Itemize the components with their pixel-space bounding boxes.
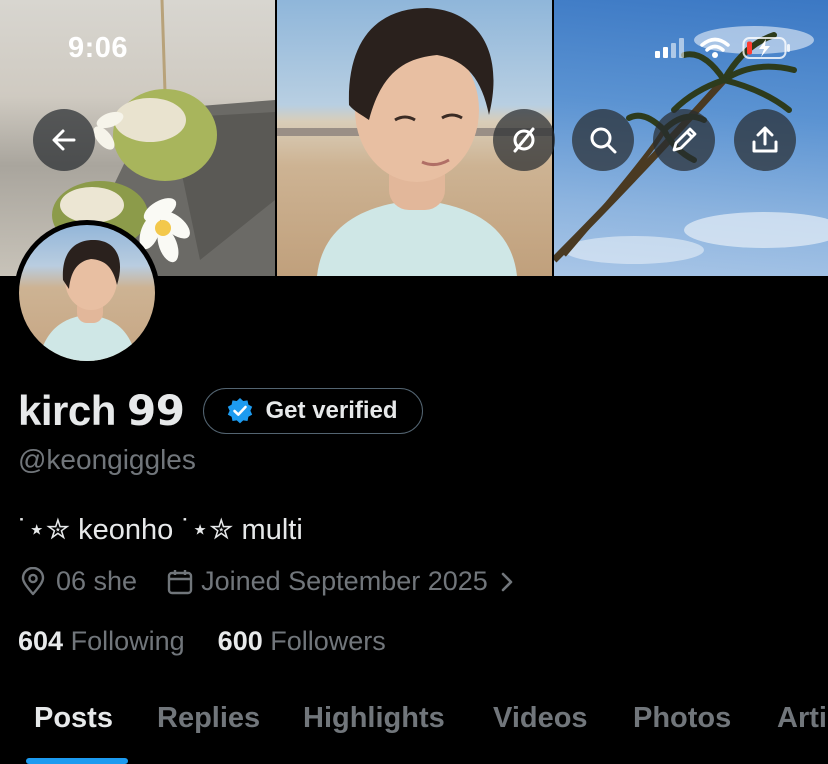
- share-icon: [752, 126, 778, 153]
- battery-low-charging-icon: [742, 37, 790, 59]
- tab-highlights[interactable]: Highlights: [303, 702, 445, 735]
- status-time: 9:06: [68, 32, 129, 64]
- back-button[interactable]: [33, 109, 95, 171]
- followers-link[interactable]: 600 Followers: [218, 626, 386, 656]
- handle: @keongiggles: [18, 444, 196, 475]
- following-label: Following: [70, 626, 185, 656]
- followers-count: 600: [217, 626, 263, 656]
- tab-posts[interactable]: Posts: [34, 702, 113, 735]
- calendar-icon: [167, 569, 193, 594]
- get-verified-button[interactable]: Get verified: [202, 387, 423, 434]
- following-link[interactable]: 604 Following: [18, 626, 185, 656]
- follow-stats: 604 Following 600 Followers: [18, 626, 386, 657]
- avatar[interactable]: [14, 220, 160, 366]
- chevron-right-icon[interactable]: [496, 571, 518, 593]
- tab-articles[interactable]: Arti: [777, 702, 827, 735]
- bio: ˙⋆✮ keonho ˙⋆✮ multi: [18, 514, 303, 546]
- share-button[interactable]: [734, 109, 796, 171]
- location-text: 06 she: [56, 566, 138, 596]
- verified-badge-icon: [227, 397, 252, 423]
- name-row: kirch 𝟵𝟵 Get verified: [18, 386, 423, 435]
- tab-videos[interactable]: Videos: [493, 702, 588, 735]
- edit-button[interactable]: [653, 109, 715, 171]
- display-name: kirch 𝟵𝟵: [18, 387, 185, 434]
- tab-photos[interactable]: Photos: [633, 702, 731, 735]
- search-button[interactable]: [572, 109, 634, 171]
- followers-label: Followers: [270, 626, 386, 656]
- status-icons: [654, 36, 792, 60]
- no-signal-icon: [513, 127, 535, 153]
- tab-replies[interactable]: Replies: [157, 702, 260, 735]
- profile-meta: 06 she Joined September 2025: [18, 566, 518, 597]
- location-pin-icon: [21, 566, 45, 595]
- wifi-icon: [700, 37, 730, 58]
- back-arrow-icon: [52, 129, 76, 151]
- mute-button[interactable]: [493, 109, 555, 171]
- search-icon: [590, 127, 617, 154]
- active-tab-indicator: [26, 758, 128, 764]
- following-count: 604: [18, 626, 64, 656]
- avatar-photo: [19, 225, 155, 361]
- joined-date: Joined September 2025: [201, 566, 488, 596]
- cellular-signal-icon: [655, 38, 684, 58]
- get-verified-label: Get verified: [265, 396, 398, 424]
- edit-icon: [672, 127, 697, 152]
- profile-tabs: Posts Replies Highlights Videos Photos A…: [0, 696, 828, 764]
